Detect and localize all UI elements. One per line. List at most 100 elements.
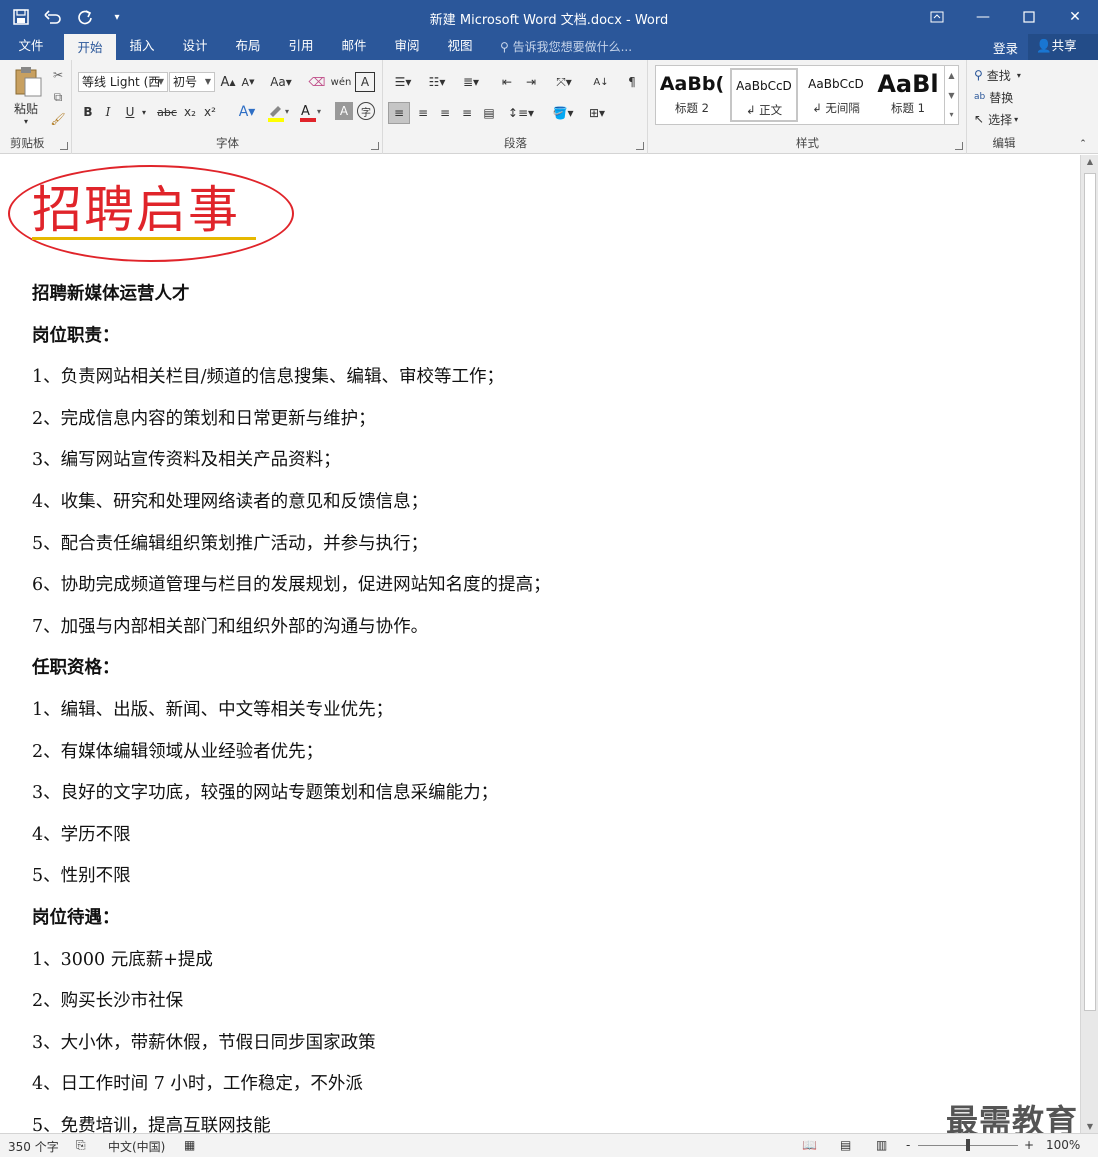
close-icon[interactable]: ✕ [1052, 0, 1098, 34]
enclose-char-circle-icon[interactable]: 字 [357, 102, 375, 120]
format-painter-icon[interactable]: 🖌 [48, 110, 68, 128]
tab-view[interactable]: 视图 [434, 34, 486, 60]
increase-indent-icon[interactable]: ⇥ [520, 72, 542, 92]
document-page[interactable]: 招聘启事 招聘新媒体运营人才 岗位职责： 1、负责网站相关栏目/频道的信息搜集、编辑… [0, 155, 1080, 1133]
style-gallery-scroll[interactable]: ▲ ▼ ▾ [945, 65, 959, 125]
tab-insert[interactable]: 插入 [116, 34, 168, 60]
chevron-down-icon[interactable]: ▼ [945, 86, 958, 106]
show-marks-icon[interactable]: ¶ [622, 72, 642, 92]
ribbon-display-icon[interactable] [914, 0, 960, 34]
tab-home[interactable]: 开始 [64, 34, 116, 60]
proofing-icon[interactable]: ⎘ [76, 1138, 86, 1153]
align-right-icon[interactable]: ≡ [434, 102, 456, 124]
styles-launcher-icon[interactable] [955, 142, 963, 150]
line-spacing-icon[interactable]: ↕≡▾ [506, 102, 536, 124]
font-size-combo[interactable]: 初号 ▼ [169, 72, 215, 92]
copy-icon[interactable]: ⧉ [48, 88, 68, 106]
vertical-scrollbar[interactable]: ▲ ▼ [1080, 155, 1098, 1133]
borders-icon[interactable]: ⊞▾ [582, 102, 612, 124]
tab-layout[interactable]: 布局 [222, 34, 274, 60]
find-button[interactable]: ⚲ 查找 ▾ [974, 66, 1038, 84]
paste-icon[interactable] [10, 66, 46, 98]
language-indicator[interactable]: 中文(中国) [108, 1138, 165, 1155]
cursor-icon: ↖ [974, 112, 985, 126]
strikethrough-button[interactable]: abc [155, 102, 179, 122]
style-heading1[interactable]: AaBl 标题 1 [874, 68, 942, 122]
editing-group: ⚲ 查找 ▾ ab 替换 ↖ 选择 ▾ 编辑 [968, 60, 1040, 154]
superscript-button[interactable]: x² [201, 102, 219, 122]
cut-icon[interactable]: ✂ [48, 66, 68, 84]
font-launcher-icon[interactable] [371, 142, 379, 150]
search-icon: ⚲ [974, 68, 983, 82]
italic-button[interactable]: I [99, 102, 117, 122]
scroll-down-icon[interactable]: ▼ [1081, 1122, 1098, 1131]
phonetic-guide-icon[interactable]: wén [331, 72, 352, 92]
tab-mailings[interactable]: 邮件 [328, 34, 380, 60]
font-group: 等线 Light (西 ▼ 初号 ▼ A ▲ A ▼ Aa▾ ⌫ wén A B I U… [73, 60, 383, 154]
chevron-up-icon[interactable]: ▲ [945, 66, 958, 86]
print-layout-icon[interactable]: ▤ [840, 1138, 851, 1152]
select-button[interactable]: ↖ 选择 ▾ [974, 110, 1038, 128]
tab-references[interactable]: 引用 [275, 34, 327, 60]
bold-button[interactable]: B [79, 102, 97, 122]
chevron-down-icon: ▼ [157, 77, 164, 86]
style-heading2[interactable]: AaBb( 标题 2 [658, 68, 726, 122]
highlight-icon[interactable]: ▾ [265, 102, 293, 122]
style-normal[interactable]: AaBbCcD ↲ 正文 [730, 68, 798, 122]
enclose-char-icon[interactable]: A [355, 72, 375, 92]
word-count[interactable]: 350 个字 [8, 1138, 59, 1155]
collapse-ribbon-icon[interactable]: ⌃ [1076, 138, 1090, 150]
align-left-icon[interactable]: ≡ [388, 102, 410, 124]
scroll-thumb[interactable] [1084, 173, 1096, 1011]
tab-design[interactable]: 设计 [169, 34, 221, 60]
title-underline [32, 237, 256, 240]
grow-font-icon[interactable]: A ▲ [219, 72, 237, 92]
person-icon: 👤 [1036, 38, 1052, 53]
zoom-in-button[interactable]: + [1024, 1138, 1034, 1152]
style-name: 标题 2 [675, 101, 709, 115]
bullets-icon[interactable]: ☰▾ [388, 72, 418, 92]
numbering-icon[interactable]: ☷▾ [422, 72, 452, 92]
shrink-font-icon[interactable]: A ▼ [239, 72, 257, 92]
justify-icon[interactable]: ≡ [456, 102, 478, 124]
style-no-spacing[interactable]: AaBbCcD ↲ 无间隔 [802, 68, 870, 122]
clear-format-icon[interactable]: ⌫ [307, 72, 327, 92]
paste-button[interactable]: 粘贴 [8, 100, 44, 116]
tab-review[interactable]: 审阅 [381, 34, 433, 60]
decrease-indent-icon[interactable]: ⇤ [496, 72, 518, 92]
scroll-up-icon[interactable]: ▲ [1081, 157, 1098, 166]
zoom-level[interactable]: 100% [1046, 1138, 1080, 1152]
login-link[interactable]: 登录 [993, 38, 1018, 57]
underline-button[interactable]: U [121, 102, 139, 122]
sort-icon[interactable]: A↓ [590, 72, 612, 92]
paragraph-launcher-icon[interactable] [636, 142, 644, 150]
zoom-slider-thumb[interactable] [966, 1139, 970, 1151]
macro-icon[interactable]: ▦ [184, 1138, 195, 1152]
share-button[interactable]: 👤共享 [1028, 34, 1098, 60]
align-center-icon[interactable]: ≡ [412, 102, 434, 124]
multilevel-list-icon[interactable]: ≣▾ [456, 72, 486, 92]
distributed-icon[interactable]: ▤ [478, 102, 500, 124]
tell-me-box[interactable]: ⚲ 告诉我您想要做什么... [500, 38, 632, 55]
shading-icon[interactable]: 🪣▾ [548, 102, 578, 124]
document-paragraph: 3、大小休，带薪休假，节假日同步国家政策 [32, 1032, 376, 1053]
minimize-icon[interactable]: — [960, 0, 1006, 34]
char-shading-icon[interactable]: A [335, 102, 353, 120]
chinese-layout-icon[interactable]: ⤧▾ [550, 72, 578, 92]
replace-button[interactable]: ab 替换 [974, 88, 1038, 106]
tab-file[interactable]: 文件 [2, 34, 60, 60]
read-mode-icon[interactable]: 📖 [802, 1138, 817, 1152]
paste-dropdown-icon[interactable]: ▾ [20, 116, 32, 126]
zoom-out-button[interactable]: - [906, 1138, 910, 1152]
tell-me-text: 告诉我您想要做什么... [512, 40, 633, 54]
underline-dropdown-icon[interactable]: ▾ [139, 102, 149, 122]
text-effects-icon[interactable]: A▾ [233, 102, 261, 122]
font-color-icon[interactable]: A ▾ [297, 102, 325, 122]
more-icon[interactable]: ▾ [945, 106, 958, 124]
change-case-icon[interactable]: Aa▾ [267, 72, 295, 92]
font-name-combo[interactable]: 等线 Light (西 ▼ [78, 72, 168, 92]
maximize-icon[interactable] [1006, 0, 1052, 34]
web-layout-icon[interactable]: ▥ [876, 1138, 887, 1152]
clipboard-launcher-icon[interactable] [60, 142, 68, 150]
subscript-button[interactable]: x₂ [181, 102, 199, 122]
